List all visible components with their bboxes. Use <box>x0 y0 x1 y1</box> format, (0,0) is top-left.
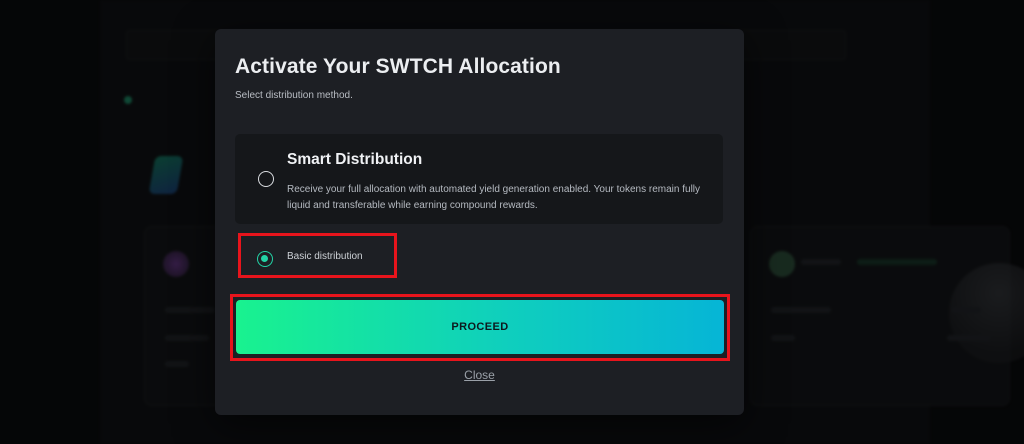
modal-title: Activate Your SWTCH Allocation <box>235 55 561 78</box>
smart-distribution-description: Receive your full allocation with automa… <box>287 184 701 211</box>
basic-distribution-label: Basic distribution <box>287 251 363 262</box>
smart-distribution-title: Smart Distribution <box>287 151 423 168</box>
modal-subtitle: Select distribution method. <box>235 90 353 101</box>
smart-distribution-radio[interactable] <box>258 171 274 187</box>
radio-selected-dot-icon <box>261 255 268 262</box>
activate-allocation-modal: Activate Your SWTCH Allocation Select di… <box>215 29 744 415</box>
smart-distribution-option[interactable]: Smart Distribution Receive your full all… <box>235 134 723 224</box>
proceed-button[interactable]: PROCEED <box>236 300 724 354</box>
proceed-button-highlight: PROCEED <box>230 294 730 361</box>
basic-distribution-option[interactable]: Basic distribution <box>238 233 397 278</box>
basic-distribution-radio[interactable] <box>257 251 273 267</box>
close-link[interactable]: Close <box>215 368 744 382</box>
